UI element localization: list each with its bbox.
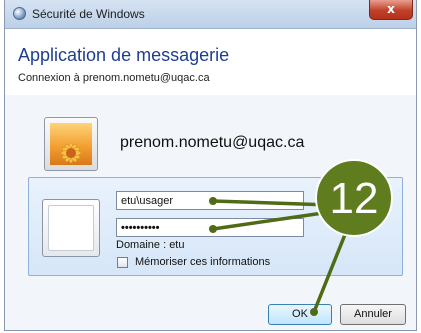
- flower-user-picture-icon: [50, 123, 92, 165]
- ok-button[interactable]: OK: [268, 304, 332, 325]
- tile-picture-frame: [48, 205, 94, 251]
- password-input[interactable]: ••••••••••: [116, 218, 304, 237]
- window-title: Sécurité de Windows: [32, 7, 145, 21]
- title-bar[interactable]: Sécurité de Windows x: [5, 0, 416, 29]
- cancel-button[interactable]: Annuler: [340, 304, 406, 325]
- blank-user-tile-icon: [42, 199, 100, 257]
- connection-description: Connexion à prenom.nometu@uqac.ca: [18, 72, 210, 84]
- windows-security-icon: [13, 7, 26, 20]
- remember-credentials-label[interactable]: Mémoriser ces informations: [135, 256, 270, 268]
- close-button[interactable]: x: [369, 0, 413, 20]
- domain-label: Domaine : etu: [116, 239, 185, 251]
- dialog-header: Application de messagerie Connexion à pr…: [5, 29, 416, 95]
- saved-account-name[interactable]: prenom.nometu@uqac.ca: [120, 134, 304, 152]
- application-title: Application de messagerie: [18, 45, 230, 65]
- checkbox-icon[interactable]: [117, 257, 128, 268]
- step-number-label: 12: [329, 174, 379, 223]
- saved-account-tile[interactable]: [44, 117, 98, 171]
- username-input[interactable]: etu\usager: [116, 191, 304, 210]
